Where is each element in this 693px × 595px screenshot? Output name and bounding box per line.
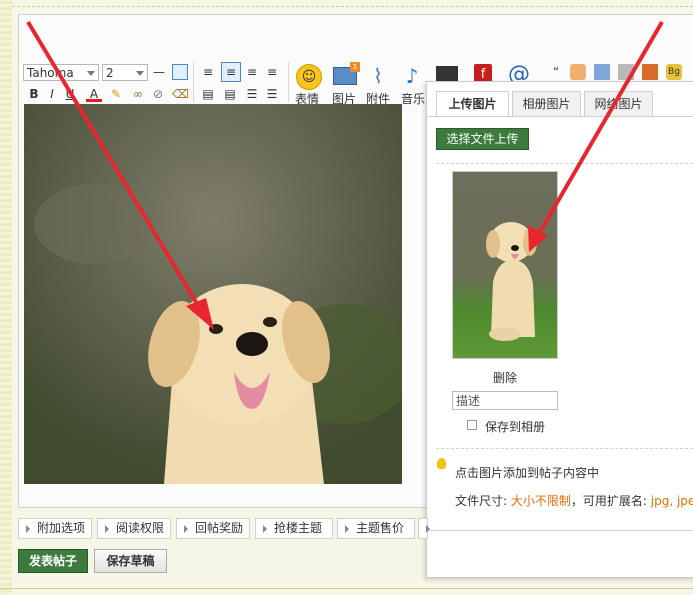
golden-retriever-photo (24, 104, 402, 484)
music-note-icon[interactable]: ♪ (402, 64, 422, 88)
clear-format-icon[interactable]: ⌫ (172, 86, 189, 102)
bottom-divider (0, 588, 693, 589)
link-icon[interactable]: ∞ (130, 86, 146, 102)
user-icon[interactable] (570, 64, 586, 80)
align-right-icon[interactable]: ≡ (264, 64, 280, 80)
toolbar-separator (288, 62, 289, 102)
left-decorative-stripe (0, 0, 12, 595)
font-size-value: 2 (106, 66, 114, 80)
horizontal-rule-icon[interactable]: — (151, 64, 167, 80)
image-badge-icon: 1 (350, 62, 360, 72)
ordered-list-icon[interactable]: ☰ (244, 86, 260, 102)
option-floor-topic[interactable]: 抢楼主题 (255, 518, 333, 539)
code-icon[interactable] (594, 64, 610, 80)
print-icon[interactable] (618, 64, 634, 80)
underline-icon[interactable]: U (62, 86, 78, 102)
tab-divider (427, 116, 693, 117)
save-to-album-label: 保存到相册 (485, 420, 546, 434)
font-size-select[interactable]: 2 (102, 64, 148, 81)
background-color-icon[interactable]: Bg (666, 64, 682, 80)
tab-album-image[interactable]: 相册图片 (512, 91, 581, 116)
delete-link[interactable]: 删除 (493, 369, 517, 386)
smiley-icon[interactable]: ☺ (296, 64, 322, 90)
highlight-icon[interactable]: ✎ (108, 86, 124, 102)
align-left-icon[interactable]: ≡ (200, 64, 216, 80)
music-label: 音乐 (401, 92, 426, 106)
unlink-icon[interactable]: ⊘ (150, 86, 166, 102)
file-info: 文件尺寸: 大小不限制，可用扩展名: jpg, jpe (455, 492, 693, 509)
option-more[interactable] (418, 518, 430, 539)
panel-divider (436, 163, 693, 164)
save-draft-button[interactable]: 保存草稿 (94, 549, 167, 573)
option-reply-reward[interactable]: 回帖奖励 (176, 518, 250, 539)
uploaded-thumbnail[interactable] (452, 171, 558, 359)
hint-text: 点击图片添加到帖子内容中 (455, 466, 600, 480)
paperclip-icon[interactable]: ⌇ (367, 64, 389, 88)
description-input[interactable] (452, 391, 558, 410)
option-additional[interactable]: 附加选项 (18, 518, 92, 539)
italic-icon[interactable]: I (44, 86, 60, 102)
media-icon[interactable] (642, 64, 658, 80)
toolbar-separator (193, 62, 194, 102)
publish-post-button[interactable]: 发表帖子 (18, 549, 88, 573)
tab-upload-image[interactable]: 上传图片 (436, 91, 509, 117)
table-icon[interactable] (172, 64, 188, 80)
file-size-value: 大小不限制 (510, 494, 571, 508)
option-read-permission[interactable]: 阅读权限 (97, 518, 171, 539)
extension-value: jpg, jpe (650, 494, 693, 508)
unordered-list-icon[interactable]: ☰ (264, 86, 280, 102)
file-size-label: 文件尺寸: (455, 494, 508, 508)
align-center-icon[interactable]: ≡ (244, 64, 260, 80)
float-left-icon[interactable]: ▤ (200, 86, 216, 102)
inserted-dog-image[interactable] (24, 104, 402, 484)
panel-divider (436, 448, 693, 449)
font-family-value: Tahoma (27, 66, 74, 80)
align-justify-icon[interactable]: ≡ (221, 62, 241, 82)
save-to-album-checkbox[interactable] (467, 420, 477, 430)
extension-label: ，可用扩展名: (570, 494, 647, 508)
font-family-select[interactable]: Tahoma (23, 64, 99, 81)
lightbulb-icon (437, 458, 446, 469)
tab-web-image[interactable]: 网络图片 (584, 91, 653, 116)
panel-footer-divider (427, 530, 693, 531)
select-file-upload-button[interactable]: 选择文件上传 (436, 128, 529, 150)
thumbnail-dog-photo (486, 222, 537, 341)
top-divider (12, 6, 693, 7)
float-right-icon[interactable]: ▤ (222, 86, 238, 102)
quote-icon[interactable]: “ (548, 64, 564, 80)
bold-icon[interactable]: B (26, 86, 42, 102)
option-topic-price[interactable]: 主题售价 (337, 518, 415, 539)
font-color-icon[interactable]: A (86, 86, 102, 102)
